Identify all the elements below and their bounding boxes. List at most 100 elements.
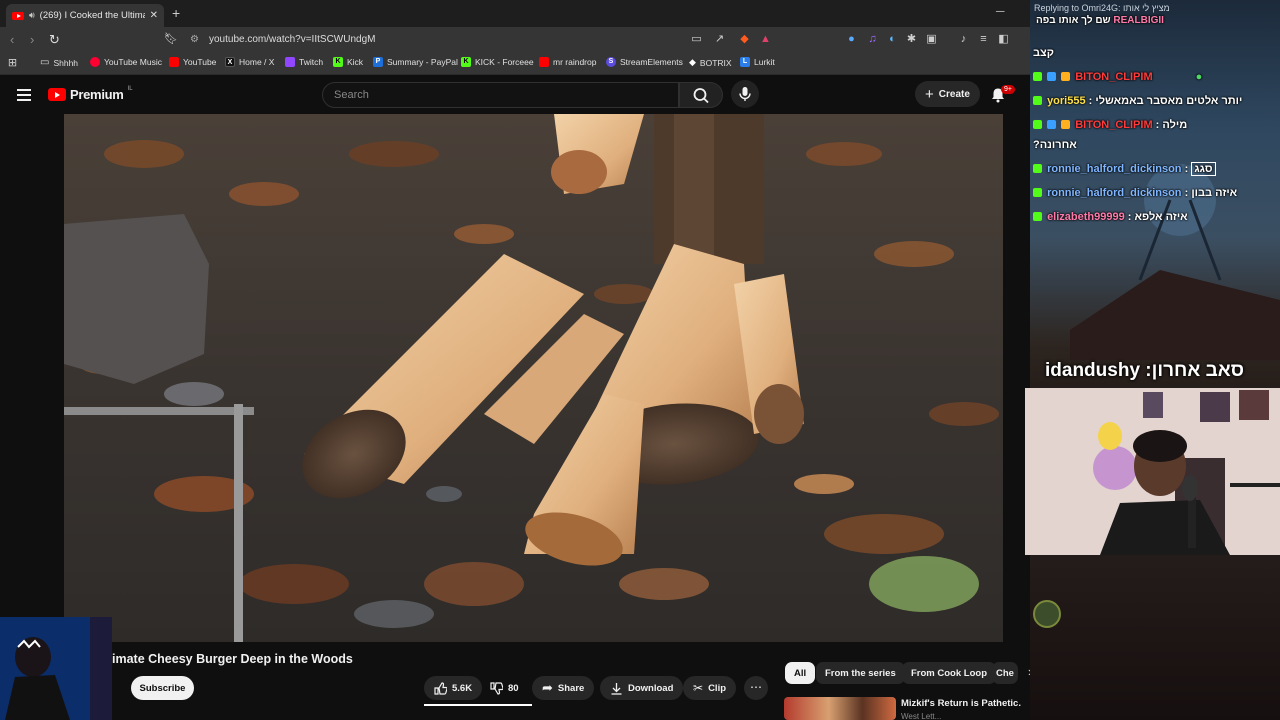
- emote-icon: ●: [1195, 71, 1203, 83]
- extension-2-icon[interactable]: ♫: [866, 33, 879, 46]
- chat-message-text: איזה בבון: [1191, 187, 1238, 199]
- back-icon[interactable]: ‹: [10, 32, 14, 47]
- menu-icon[interactable]: [17, 89, 31, 104]
- video-player[interactable]: [64, 114, 1003, 642]
- bookmark-twitch[interactable]: Twitch: [285, 57, 323, 67]
- lurkit-icon: L: [740, 57, 750, 67]
- download-button[interactable]: Download: [600, 676, 684, 700]
- sidebar-icon[interactable]: ◧: [997, 33, 1010, 46]
- dislike-button[interactable]: 80: [480, 676, 529, 700]
- share-button[interactable]: ➦ Share: [532, 676, 595, 700]
- logo-region: IL: [127, 85, 133, 92]
- kick-badge-icon: [1033, 72, 1042, 81]
- youtube-premium-logo[interactable]: Premium IL: [48, 85, 133, 102]
- chat-message-text: שם לך אותו בפה: [1036, 15, 1111, 26]
- bookmark-label: Lurkit: [754, 57, 775, 67]
- bookmark-label: StreamElements: [620, 57, 683, 67]
- bookmark-label: YouTube Music: [104, 57, 162, 67]
- download-label: Download: [628, 682, 674, 694]
- media-icon[interactable]: ♪: [957, 33, 970, 46]
- bookmark-streamelements[interactable]: S StreamElements: [606, 57, 683, 67]
- paypal-icon: P: [373, 57, 383, 67]
- bookmark-kick-forceee[interactable]: K KICK - Forceee: [461, 57, 534, 67]
- microphone-icon: [739, 87, 751, 101]
- browser-tab-bar: 🔊︎ (269) I Cooked the Ultimate C ✕ + ─: [0, 0, 1030, 27]
- chip-from-series[interactable]: From the series: [816, 662, 905, 684]
- clip-button[interactable]: ✂ Clip: [683, 676, 737, 700]
- bookmark-youtube-music[interactable]: YouTube Music: [90, 57, 162, 67]
- like-button[interactable]: 5.6K: [424, 676, 483, 700]
- bookmark-kick[interactable]: K Kick: [333, 57, 363, 67]
- bookmark-label: BOTRIX: [699, 57, 732, 68]
- overlay-background-art: [1070, 164, 1280, 360]
- brave-shield-icon[interactable]: ◆: [738, 33, 751, 46]
- chat-message-text: מילה: [1162, 119, 1188, 131]
- streamer-webcam: [1025, 388, 1280, 555]
- chip-all[interactable]: All: [785, 662, 816, 684]
- last-subscriber-label: idandushy :סאב אחרון: [1045, 360, 1244, 381]
- bookmark-shhhh[interactable]: ▭ Shhhh: [40, 57, 78, 68]
- chat-message-2: BITON_CLIPIM ●: [1033, 71, 1202, 83]
- kick-badge-icon: [1033, 96, 1042, 105]
- chat-message-7: ronnie_halford_dickinson : איזה בבון: [1033, 187, 1237, 199]
- bookmark-label: Shhhh: [53, 57, 79, 68]
- apps-grid-icon[interactable]: ⊞: [6, 57, 19, 70]
- browser-tab[interactable]: 🔊︎ (269) I Cooked the Ultimate C ✕: [6, 4, 164, 27]
- share-page-icon[interactable]: ↗: [713, 33, 726, 46]
- kick-badge-icon: [1033, 120, 1042, 129]
- cast-icon[interactable]: ▭: [690, 33, 703, 46]
- chat-username: elizabeth99999: [1047, 211, 1125, 223]
- youtube-icon: [539, 57, 549, 67]
- extension-4-icon[interactable]: ▣: [925, 33, 938, 46]
- reload-icon[interactable]: ↻: [49, 32, 60, 48]
- bookmark-botrix[interactable]: ◆ BOTRIX: [689, 57, 732, 68]
- chip-from-cook-loop[interactable]: From Cook Loop: [902, 662, 996, 684]
- minimize-icon[interactable]: ─: [996, 4, 1005, 18]
- new-tab-icon[interactable]: +: [172, 5, 180, 21]
- bookmark-label: mr raindrop: [553, 57, 597, 67]
- search-button[interactable]: [679, 82, 723, 108]
- chat-separator: :: [1088, 95, 1093, 107]
- voice-search-button[interactable]: [731, 80, 759, 108]
- youtube-logo-icon: [48, 88, 66, 101]
- bookmark-paypal[interactable]: P Summary - PayPal: [373, 57, 458, 67]
- subscribe-button[interactable]: Subscribe: [131, 676, 194, 700]
- thumbs-down-icon: [490, 681, 503, 695]
- chat-message-text: סגג: [1191, 162, 1216, 176]
- extensions-icon[interactable]: ✱: [905, 33, 918, 46]
- site-info-icon[interactable]: ⚙︎: [190, 34, 199, 45]
- rewards-icon[interactable]: ▲: [759, 33, 772, 46]
- screen: 🔊︎ (269) I Cooked the Ultimate C ✕ + ─ ‹…: [0, 0, 1280, 720]
- bookmark-lurkit[interactable]: L Lurkit: [740, 57, 775, 67]
- reading-list-icon[interactable]: ≡: [977, 33, 990, 46]
- url-field[interactable]: youtube.com/watch?v=IItSCWUndgM: [209, 34, 375, 45]
- search-input[interactable]: [323, 83, 678, 107]
- suggested-video-thumbnail[interactable]: [784, 697, 896, 720]
- address-bar: ‹ › ↻ 🔖︎ ⚙︎ youtube.com/watch?v=IItSCWUn…: [0, 27, 1030, 53]
- extension-1-icon[interactable]: ●: [845, 33, 858, 46]
- notifications-badge: 9+: [1001, 85, 1015, 94]
- tab-close-icon[interactable]: ✕: [150, 10, 158, 21]
- bookmark-icon[interactable]: 🔖︎: [164, 32, 178, 45]
- speaker-icon[interactable]: 🔊︎: [29, 10, 35, 21]
- chat-message-8: elizabeth99999 : איזה אלפא: [1033, 211, 1188, 223]
- youtube-icon: [169, 57, 179, 67]
- tab-title: (269) I Cooked the Ultimate C: [39, 10, 145, 21]
- bookmark-mr-raindrop[interactable]: mr raindrop: [539, 57, 596, 67]
- download-icon: [611, 682, 622, 695]
- kick-badge-icon: [1033, 188, 1042, 197]
- chat-separator: :: [1184, 187, 1189, 199]
- forward-icon[interactable]: ›: [30, 32, 34, 47]
- chat-username: ronnie_halford_dickinson: [1047, 187, 1182, 199]
- bookmark-x[interactable]: X Home / X: [225, 57, 274, 67]
- create-button[interactable]: + Create: [915, 81, 980, 107]
- more-actions-button[interactable]: ⋯: [744, 676, 768, 700]
- chat-username: BITON_CLIPIM: [1075, 119, 1153, 131]
- streamelements-icon: S: [606, 57, 616, 67]
- extension-3-icon[interactable]: ◐: [886, 33, 899, 46]
- youtube-favicon-icon: [12, 11, 24, 20]
- bookmark-youtube[interactable]: YouTube: [169, 57, 216, 67]
- chip-partial[interactable]: Che: [992, 662, 1018, 684]
- kick-icon: K: [333, 57, 343, 67]
- suggested-video-title[interactable]: Mizkif's Return is Pathetic.: [901, 698, 1021, 709]
